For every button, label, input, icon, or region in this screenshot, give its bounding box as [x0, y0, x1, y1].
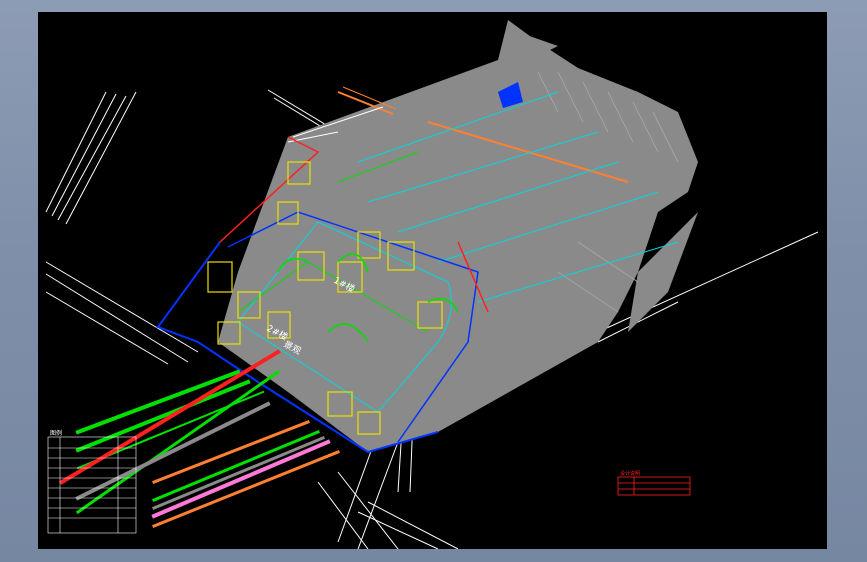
cad-drawing-canvas[interactable]: 1#楼 2#楼 景观 图例 设计说明: [38, 12, 827, 549]
legend-table-title: 图例: [50, 429, 62, 437]
title-block: 设计说明: [617, 470, 691, 496]
cad-drawing: 1#楼 2#楼 景观 图例 设计说明: [45, 20, 819, 549]
building-mass: [218, 20, 698, 452]
title-block-label: 设计说明: [620, 470, 640, 477]
